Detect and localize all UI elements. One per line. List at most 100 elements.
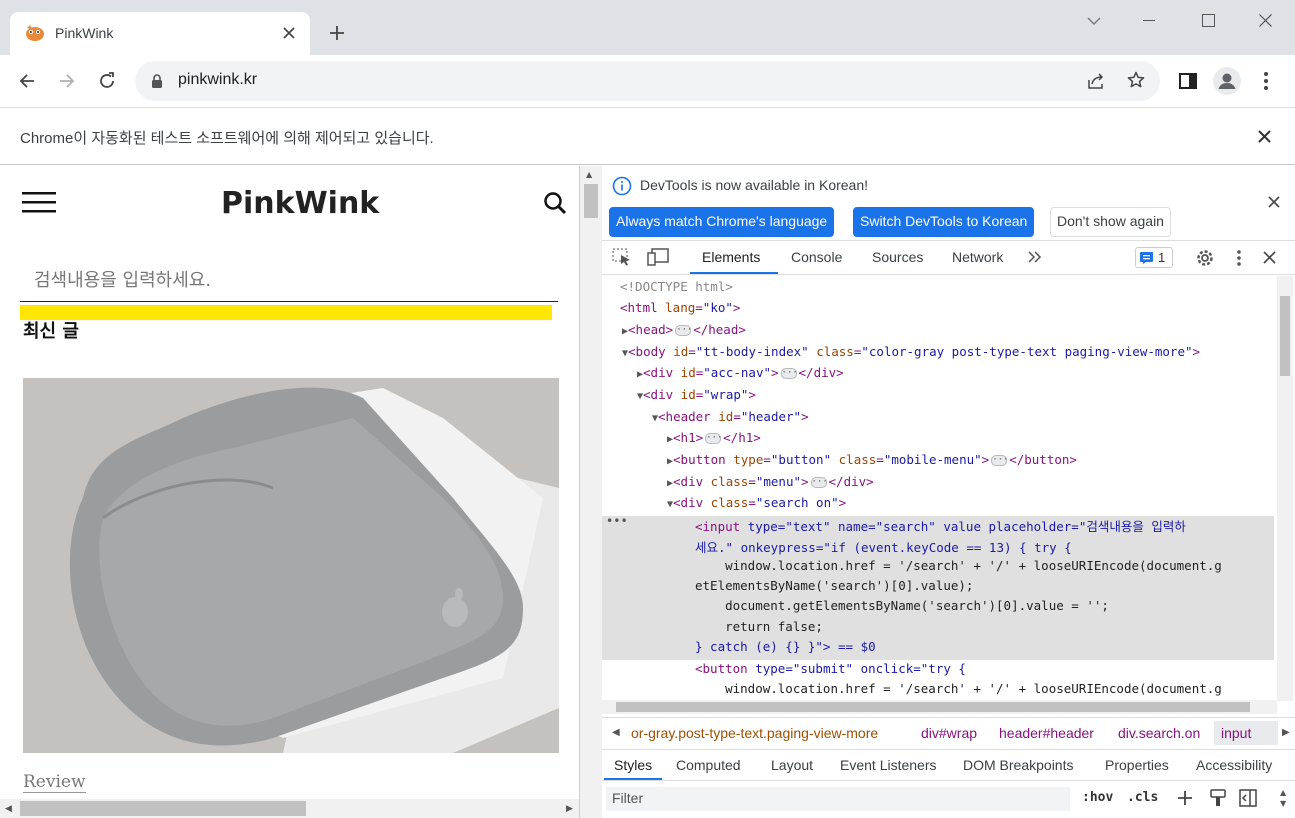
dom-line[interactable]: ▼<header id="header"> <box>652 409 809 430</box>
new-tab-icon[interactable] <box>329 25 345 41</box>
close-notice-icon[interactable] <box>1268 196 1280 208</box>
breadcrumb-search[interactable]: div.search.on <box>1118 725 1200 741</box>
node-actions-icon[interactable]: ••• <box>606 514 628 528</box>
tab-computed[interactable]: Computed <box>676 757 741 773</box>
dom-line[interactable]: ▶<div class="menu"> ···</div> <box>667 474 874 495</box>
settings-gear-icon[interactable] <box>1195 248 1215 268</box>
profile-avatar-icon[interactable] <box>1213 67 1241 95</box>
close-window-icon[interactable] <box>1259 14 1272 27</box>
back-icon[interactable] <box>18 72 36 90</box>
scroll-up-arrow-icon[interactable]: ▲ <box>586 170 592 179</box>
share-icon[interactable] <box>1087 72 1105 90</box>
post-thumbnail[interactable] <box>23 378 559 753</box>
tab-search-chevron-icon[interactable] <box>1087 16 1101 26</box>
dom-line[interactable]: <!DOCTYPE html> <box>620 279 733 300</box>
tab-sources[interactable]: Sources <box>872 249 923 265</box>
collapsed-dots-icon[interactable]: ··· <box>705 433 722 444</box>
breadcrumb-right-arrow-icon[interactable]: ▶ <box>1282 727 1290 738</box>
site-logo[interactable]: PinkWink <box>221 186 379 221</box>
collapsed-dots-icon[interactable]: ··· <box>675 325 692 336</box>
tab-layout[interactable]: Layout <box>771 757 813 773</box>
tab-event-listeners[interactable]: Event Listeners <box>840 757 937 773</box>
dom-scroll-thumb[interactable] <box>1280 296 1290 376</box>
dom-line[interactable]: <button type="submit" onclick="try { <box>695 661 966 682</box>
reload-icon[interactable] <box>98 72 116 90</box>
close-tab-icon[interactable] <box>282 26 296 40</box>
lock-icon[interactable] <box>151 74 163 88</box>
tab-network[interactable]: Network <box>952 249 1003 265</box>
hover-state-toggle[interactable]: :hov <box>1082 790 1113 805</box>
search-input[interactable]: 검색내용을 입력하세요. <box>20 254 558 302</box>
page-scrollbar-track[interactable]: ▲ <box>580 166 602 818</box>
collapsed-dots-icon[interactable]: ··· <box>780 368 798 379</box>
dom-line[interactable]: ▼<div class="search on"> <box>667 495 846 516</box>
dom-line[interactable]: ▼<div id="wrap"> <box>637 387 756 408</box>
dom-line[interactable]: 세요." onkeypress="if (event.keyCode == 13… <box>695 537 1072 558</box>
dom-line[interactable]: window.location.href = '/search' + '/' +… <box>695 558 1222 579</box>
minimize-icon[interactable] <box>1143 20 1155 22</box>
bookmark-star-icon[interactable] <box>1127 71 1145 89</box>
forward-icon[interactable] <box>58 72 76 90</box>
tab-dom-breakpoints[interactable]: DOM Breakpoints <box>963 757 1073 773</box>
dom-vertical-scrollbar[interactable] <box>1277 276 1293 701</box>
hamburger-menu-icon[interactable] <box>22 192 56 214</box>
dom-line[interactable]: document.getElementsByName('search')[0].… <box>695 598 1109 619</box>
dom-line[interactable]: return false; <box>695 619 823 640</box>
tab-console[interactable]: Console <box>791 249 842 265</box>
tab-accessibility[interactable]: Accessibility <box>1196 757 1272 773</box>
tab-elements[interactable]: Elements <box>702 249 760 265</box>
styles-scroll-arrows-icon[interactable]: ▲ ▼ <box>1280 787 1286 809</box>
breadcrumb-input[interactable]: input <box>1221 725 1251 741</box>
issues-badge[interactable]: 1 <box>1135 247 1173 268</box>
color-format-icon[interactable] <box>1210 789 1226 807</box>
breadcrumb-body[interactable]: or-gray.post-type-text.paging-view-more <box>631 725 878 741</box>
dom-line[interactable]: ▼<body id="tt-body-index" class="color-g… <box>622 344 1200 365</box>
url-text[interactable]: pinkwink.kr <box>178 71 257 89</box>
breadcrumb-left-arrow-icon[interactable]: ◀ <box>612 727 620 738</box>
doctype-text: <!DOCTYPE html> <box>620 279 733 294</box>
close-devtools-icon[interactable] <box>1263 251 1276 264</box>
dom-line[interactable]: } catch (e) {} }"> == $0 <box>695 639 876 660</box>
dom-line[interactable]: ▶<button type="button" class="mobile-men… <box>667 452 1077 473</box>
collapsed-dots-icon[interactable]: ··· <box>810 477 828 488</box>
dom-line[interactable]: etElementsByName('search')[0].value); <box>695 578 973 599</box>
dom-line[interactable]: <html lang="ko"> <box>620 300 740 321</box>
scroll-left-arrow-icon[interactable]: ◀ <box>5 804 12 814</box>
attr-value: "tt-body-index" <box>695 344 809 359</box>
search-icon[interactable] <box>543 191 567 215</box>
styles-filter-input[interactable]: Filter <box>606 787 1070 811</box>
breadcrumb-wrap[interactable]: div#wrap <box>921 725 977 741</box>
class-toggle[interactable]: .cls <box>1127 790 1158 805</box>
maximize-icon[interactable] <box>1202 14 1215 27</box>
switch-to-korean-button[interactable]: Switch DevTools to Korean <box>853 207 1035 237</box>
toggle-sidebar-icon[interactable] <box>1239 789 1257 807</box>
collapsed-dots-icon[interactable]: ··· <box>991 455 1008 466</box>
inspect-element-icon[interactable] <box>612 248 632 266</box>
new-style-rule-icon[interactable] <box>1176 789 1194 807</box>
dom-hscroll-thumb[interactable] <box>616 702 1250 712</box>
page-horizontal-scrollbar[interactable]: ◀ ▶ <box>0 799 579 818</box>
dom-line[interactable]: ▶<div id="acc-nav"> ···</div> <box>637 365 844 386</box>
tab-styles[interactable]: Styles <box>614 757 652 773</box>
dom-line[interactable]: ▶<h1> ···</h1> <box>667 430 761 451</box>
address-bar[interactable]: pinkwink.kr <box>135 61 1160 101</box>
more-tabs-icon[interactable] <box>1027 250 1043 264</box>
dom-line[interactable]: window.location.href = '/search' + '/' +… <box>695 681 1222 701</box>
close-infobar-icon[interactable] <box>1258 130 1271 143</box>
post-category-link[interactable]: Review <box>23 772 86 793</box>
dom-line[interactable]: <input type="text" name="search" value p… <box>695 516 1186 537</box>
side-panel-icon[interactable] <box>1179 73 1197 89</box>
browser-tab[interactable]: PinkWink <box>10 12 310 55</box>
dom-line[interactable]: ▶<head> ···</head> <box>622 322 746 343</box>
devtools-menu-icon[interactable] <box>1237 250 1241 266</box>
breadcrumb-header[interactable]: header#header <box>999 725 1094 741</box>
device-toolbar-icon[interactable] <box>647 248 669 266</box>
browser-menu-icon[interactable] <box>1264 72 1268 90</box>
always-match-language-button[interactable]: Always match Chrome's language <box>609 207 835 237</box>
page-scrollbar-thumb[interactable] <box>584 184 598 218</box>
page-scroll-thumb[interactable] <box>20 801 306 816</box>
scroll-right-arrow-icon[interactable]: ▶ <box>566 804 573 814</box>
dom-horizontal-scrollbar[interactable] <box>602 700 1277 714</box>
dont-show-again-button[interactable]: Don't show again <box>1050 207 1171 237</box>
tab-properties[interactable]: Properties <box>1105 757 1169 773</box>
